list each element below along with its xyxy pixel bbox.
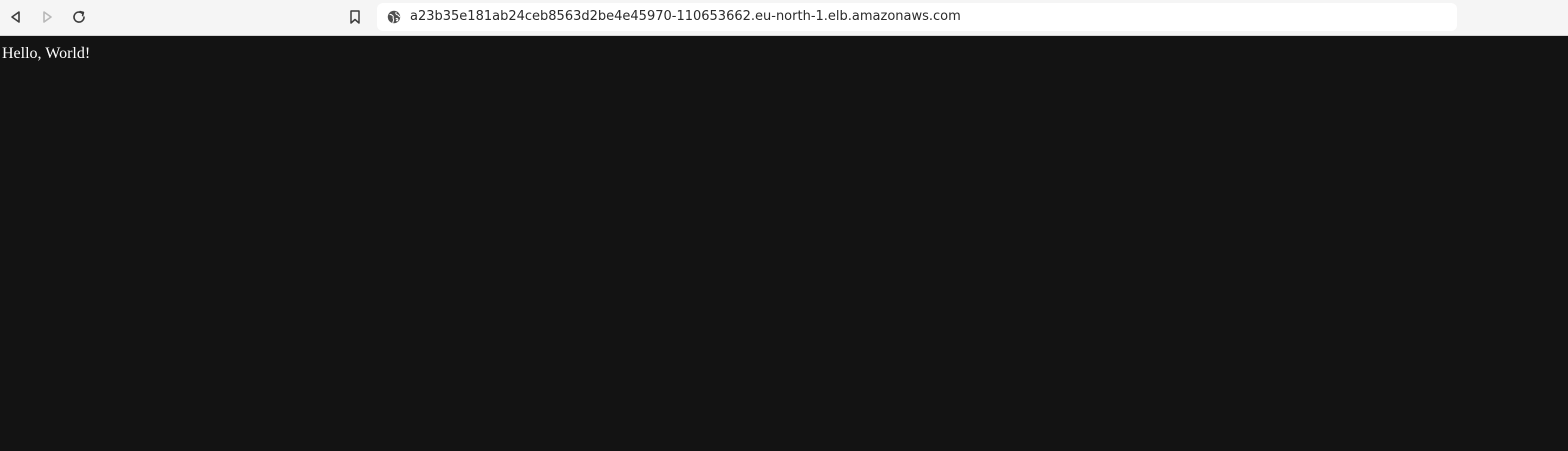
page-content: Hello, World! [0, 37, 1568, 451]
reload-icon[interactable] [68, 6, 90, 28]
back-arrow-icon[interactable] [5, 6, 27, 28]
address-bar[interactable]: a23b35e181ab24ceb8563d2be4e45970-1106536… [377, 3, 1457, 31]
browser-toolbar: a23b35e181ab24ceb8563d2be4e45970-1106536… [0, 0, 1568, 36]
bookmark-icon[interactable] [344, 6, 366, 28]
hello-world-text: Hello, World! [2, 45, 91, 62]
globe-icon[interactable] [387, 10, 401, 24]
forward-arrow-icon[interactable] [36, 6, 58, 28]
url-text[interactable]: a23b35e181ab24ceb8563d2be4e45970-1106536… [410, 9, 961, 25]
